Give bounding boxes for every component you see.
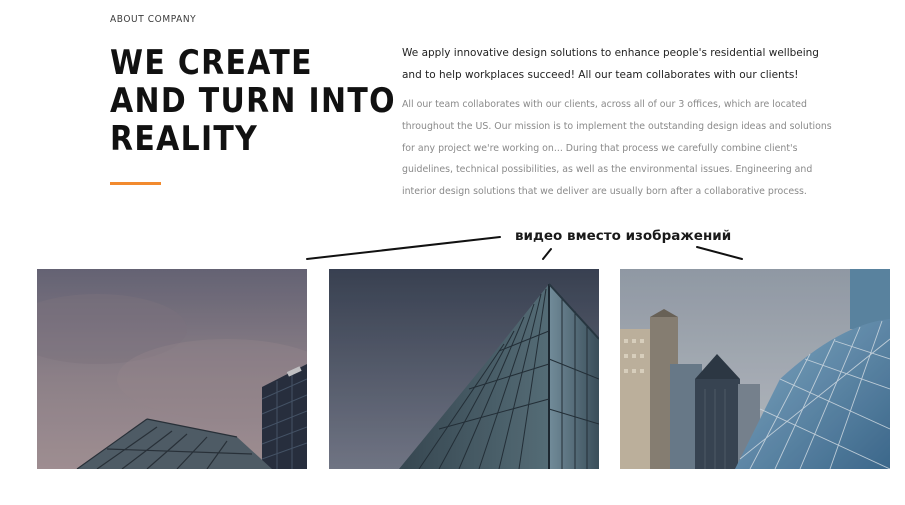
gallery-tile[interactable] (329, 269, 599, 469)
city-skyscrapers-image (620, 269, 890, 469)
video-gallery (37, 269, 890, 469)
gallery-tile[interactable] (620, 269, 890, 469)
glass-building-corner-image (37, 269, 307, 469)
gallery-tile[interactable] (37, 269, 307, 469)
annotation-note: видео вместо изображений (515, 228, 732, 244)
glass-tower-facade-image (329, 269, 599, 469)
